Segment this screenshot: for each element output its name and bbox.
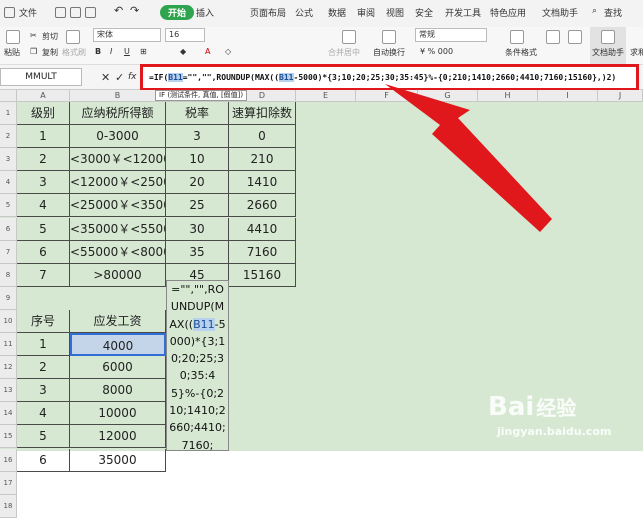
watermark-url: jingyan.baidu.com bbox=[497, 425, 612, 438]
row-header-17[interactable]: 17 bbox=[0, 471, 17, 495]
row-header-18[interactable]: 18 bbox=[0, 494, 17, 518]
annotation-arrow bbox=[385, 84, 552, 232]
row-header-16[interactable]: 16 bbox=[0, 448, 17, 472]
salary-table-cell[interactable]: 6 bbox=[17, 448, 70, 472]
salary-table-cell[interactable]: 35000 bbox=[70, 448, 166, 472]
watermark-brand-cn: 经验 bbox=[536, 396, 577, 420]
watermark-brand-text: Bai bbox=[488, 392, 535, 422]
watermark-brand: Bai 经验 bbox=[488, 392, 576, 422]
